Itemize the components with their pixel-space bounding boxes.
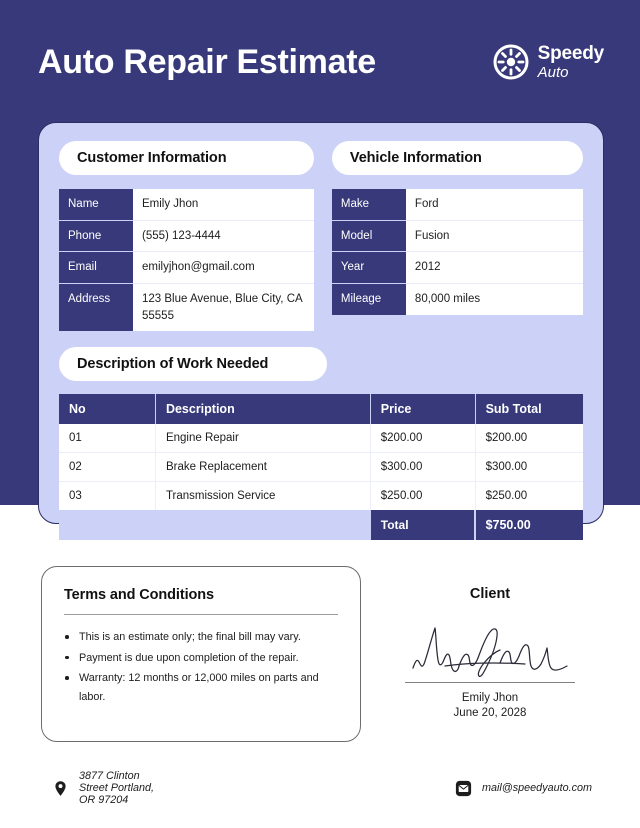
brand-text: Speedy Auto [537,43,605,81]
vehicle-information-block: Vehicle Information Make Ford Model Fusi… [331,141,583,331]
customer-phone-value: (555) 123-4444 [133,220,314,253]
customer-email-label: Email [59,251,133,285]
total-spacer-description [155,510,371,541]
vehicle-make-label: Make [331,189,406,221]
info-columns: Customer Information Name Emily Jhon Pho… [59,141,583,332]
work-items-table: No Description Price Sub Total 01 Engine… [59,394,583,541]
vehicle-year-value: 2012 [405,251,583,285]
table-row: Make Ford [331,189,583,221]
client-signature-block: Client Emily Jhon June 20, 2028 [390,586,590,719]
table-row: Phone (555) 123-4444 [59,220,314,253]
table-row: Mileage 80,000 miles [331,283,583,315]
customer-information-header: Customer Information [59,141,314,175]
client-title: Client [469,586,511,602]
brand-subtitle: Auto [537,64,569,81]
column-header-description: Description [155,394,371,425]
vehicle-make-value: Ford [405,189,583,221]
table-row: Address 123 Blue Avenue, Blue City, CA 5… [59,283,314,332]
total-value: $750.00 [475,510,583,541]
vehicle-information-table: Make Ford Model Fusion Year 2012 Mileage… [331,189,583,315]
vehicle-model-label: Model [331,220,406,253]
customer-name-label: Name [59,189,133,221]
customer-email-value: emilyjhon@gmail.com [133,251,314,285]
table-total-row: Total $750.00 [59,510,583,541]
row-description: Brake Replacement [155,453,371,483]
table-row: 01 Engine Repair $200.00 $200.00 [59,424,583,454]
row-subtotal: $300.00 [475,453,583,483]
list-item: Payment is due upon completion of the re… [64,649,338,668]
customer-information-table: Name Emily Jhon Phone (555) 123-4444 Ema… [59,189,314,332]
terms-title: Terms and Conditions [64,587,214,603]
table-header-row: No Description Price Sub Total [59,394,583,425]
table-row: 02 Brake Replacement $300.00 $300.00 [59,453,583,483]
column-header-price: Price [370,394,476,425]
table-row: Year 2012 [331,251,583,285]
terms-and-conditions-card: Terms and Conditions This is an estimate… [41,566,361,742]
envelope-icon [455,780,472,797]
work-description-header: Description of Work Needed [59,347,327,382]
page-title: Auto Repair Estimate [38,42,376,81]
row-price: $200.00 [370,424,476,454]
header-content: Auto Repair Estimate Speedy Auto [38,32,604,92]
table-row: Email emilyjhon@gmail.com [59,251,314,285]
list-item: Warranty: 12 months or 12,000 miles on p… [64,669,338,706]
table-row: Model Fusion [331,220,583,253]
customer-name-value: Emily Jhon [133,189,314,221]
column-header-no: No [59,394,156,425]
client-date: June 20, 2028 [453,707,527,720]
vehicle-mileage-label: Mileage [331,283,406,315]
vehicle-information-header: Vehicle Information [331,141,583,175]
row-no: 01 [59,424,156,454]
vehicle-model-value: Fusion [405,220,583,253]
row-subtotal: $200.00 [475,424,583,454]
table-row: 03 Transmission Service $250.00 $250.00 [59,482,583,511]
row-subtotal: $250.00 [475,482,583,511]
row-price: $250.00 [370,482,476,511]
footer: 3877 Clinton Street Portland, OR 97204 m… [52,770,592,806]
vehicle-mileage-value: 80,000 miles [405,283,583,315]
brand-name: Speedy [537,43,605,64]
table-row: Name Emily Jhon [59,189,314,221]
terms-divider [64,614,338,615]
footer-email-text: mail@speedyauto.com [482,782,592,794]
column-header-subtotal: Sub Total [475,394,583,425]
customer-phone-label: Phone [59,220,133,253]
estimate-card: Customer Information Name Emily Jhon Pho… [38,122,604,541]
row-no: 03 [59,482,156,511]
customer-address-value: 123 Blue Avenue, Blue City, CA 55555 [133,283,314,332]
customer-address-label: Address [59,283,133,332]
handwritten-signature [390,608,590,680]
work-description-block: Description of Work Needed No Descriptio… [59,347,583,541]
signature-line [405,682,575,684]
brand-logo: Speedy Auto [493,44,604,80]
footer-address-text: 3877 Clinton Street Portland, OR 97204 [79,770,155,806]
row-description: Engine Repair [155,424,371,454]
total-spacer-no [59,510,156,541]
row-price: $300.00 [370,453,476,483]
terms-list: This is an estimate only; the final bill… [64,628,338,706]
customer-information-block: Customer Information Name Emily Jhon Pho… [59,141,314,332]
row-description: Transmission Service [155,482,371,511]
location-pin-icon [52,780,69,797]
vehicle-year-label: Year [331,251,406,285]
footer-email: mail@speedyauto.com [455,780,592,797]
total-label: Total [370,510,476,541]
wheel-icon [493,44,529,80]
client-name: Emily Jhon [461,692,519,705]
row-no: 02 [59,453,156,483]
list-item: This is an estimate only; the final bill… [64,628,338,647]
footer-address: 3877 Clinton Street Portland, OR 97204 [52,770,171,806]
